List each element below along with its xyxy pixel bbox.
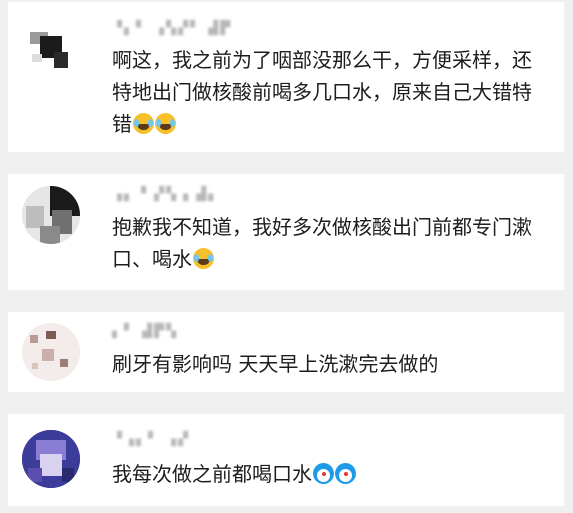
username[interactable]: ▝▖▘ ▗▚▞▘ ▟▛ <box>112 19 232 39</box>
avatar-image <box>22 18 80 76</box>
doraemon-emoji-icon <box>313 463 334 484</box>
avatar[interactable] <box>22 323 80 381</box>
comment-card: ▖▘ ▟▛▚ 刷牙有影响吗 天天早上洗漱完去做的 <box>8 312 564 392</box>
comment-body: 抱歉我不知道，我好多次做核酸出门前都专门漱口、喝水 <box>112 215 532 271</box>
avatar[interactable] <box>22 18 80 76</box>
crying-laughing-emoji-icon <box>133 113 154 134</box>
comment-text: 我每次做之前都喝口水 <box>112 458 550 490</box>
avatar-image <box>22 323 80 381</box>
avatar-image <box>22 430 80 488</box>
username[interactable]: ▖▘ ▟▛▚ <box>112 322 178 342</box>
doraemon-emoji-icon <box>335 463 356 484</box>
avatar[interactable] <box>22 186 80 244</box>
comment-card: ▝▗▖▘ ▗▞ 我每次做之前都喝口水 <box>8 414 564 506</box>
comment-text: 抱歉我不知道，我好多次做核酸出门前都专门漱口、喝水 <box>112 211 550 275</box>
comment-text: 啊这，我之前为了咽部没那么干，方便采样，还特地出门做核酸前喝多几口水，原来自己大… <box>112 44 550 140</box>
avatar[interactable] <box>22 430 80 488</box>
crying-laughing-emoji-icon <box>193 248 214 269</box>
comment-text: 刷牙有影响吗 天天早上洗漱完去做的 <box>112 348 550 380</box>
avatar-image <box>22 186 80 244</box>
comment-body: 我每次做之前都喝口水 <box>112 462 312 486</box>
username[interactable]: ▝▗▖▘ ▗▞ <box>112 430 190 450</box>
comment-card: ▗▖▝ ▞▚▗ ▟▖ 抱歉我不知道，我好多次做核酸出门前都专门漱口、喝水 <box>8 174 564 290</box>
crying-laughing-emoji-icon <box>155 113 176 134</box>
comment-body: 刷牙有影响吗 天天早上洗漱完去做的 <box>112 352 439 376</box>
username[interactable]: ▗▖▝ ▞▚▗ ▟▖ <box>112 185 220 205</box>
comment-card: ▝▖▘ ▗▚▞▘ ▟▛ 啊这，我之前为了咽部没那么干，方便采样，还特地出门做核酸… <box>8 2 564 152</box>
